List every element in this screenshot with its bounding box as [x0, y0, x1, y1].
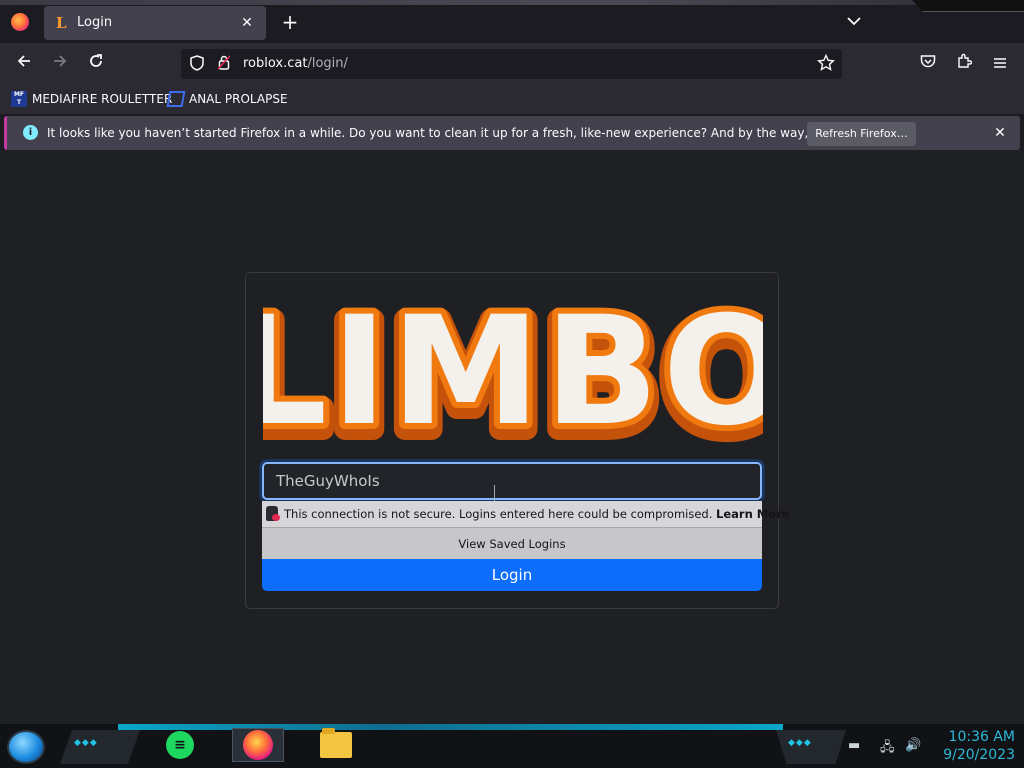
new-tab-button[interactable]: +: [279, 11, 301, 33]
refresh-firefox-button[interactable]: Refresh Firefox…: [807, 122, 916, 146]
taskbar-decoration-dots: ◆◆◆: [74, 738, 98, 748]
tab-strip: L Login ✕ +: [0, 0, 1024, 44]
taskbar-decoration: [118, 724, 783, 730]
info-icon: i: [23, 125, 38, 140]
tab-login[interactable]: L Login ✕: [44, 6, 266, 40]
back-arrow-icon: [17, 55, 30, 67]
show-hidden-icons-icon[interactable]: ▬: [848, 738, 860, 753]
url-host: roblox.cat: [243, 56, 308, 71]
spotify-icon: ≡: [166, 731, 194, 759]
insecure-login-warning: This connection is not secure. Logins en…: [262, 501, 790, 527]
network-icon[interactable]: 🖧: [880, 738, 895, 760]
login-card: LIMBO LIMBO TheGuyWhoIs This connection …: [245, 272, 790, 609]
insecure-lock-icon: [266, 506, 280, 521]
refresh-firefox-notification: i It looks like you haven’t started Fire…: [4, 116, 1020, 150]
spotify-taskbar-app[interactable]: ≡: [160, 728, 200, 762]
insecure-warning-text: This connection is not secure. Logins en…: [284, 507, 790, 521]
tab-title: Login: [77, 15, 113, 30]
start-button[interactable]: [7, 730, 45, 764]
bookmark-star-icon[interactable]: [816, 53, 836, 74]
close-notification-icon[interactable]: ✕: [990, 123, 1010, 143]
login-button[interactable]: Login: [262, 559, 762, 591]
firefox-icon: [243, 730, 273, 760]
taskbar-decoration-dots: ◆◆◆: [788, 738, 812, 748]
page-content: LIMBO LIMBO TheGuyWhoIs This connection …: [0, 150, 1024, 724]
window-frame-decoration: [912, 0, 1024, 12]
hamburger-menu-icon: [994, 58, 1006, 68]
limbo-logo: LIMBO LIMBO: [263, 289, 763, 451]
puzzle-piece-icon: [958, 53, 973, 68]
file-explorer-taskbar-app[interactable]: [316, 728, 356, 762]
view-saved-logins-item[interactable]: View Saved Logins: [262, 527, 762, 559]
volume-icon[interactable]: 🔊: [905, 738, 921, 753]
bookmark-mediafire-rouletter[interactable]: MF T MEDIAFIRE ROULETTER: [11, 89, 172, 109]
url-path: /login/: [307, 56, 348, 71]
extensions-button[interactable]: [953, 53, 975, 75]
clock-date: 9/20/2023: [943, 747, 1015, 763]
pocket-button[interactable]: [917, 53, 939, 75]
taskbar: ◆◆◆ ≡ ◆◆◆ ▬ 🖧 🔊 10:36 AM 9/20/2023: [0, 724, 1024, 768]
learn-more-link[interactable]: Learn More: [716, 507, 790, 521]
firefox-menu-icon[interactable]: [11, 13, 29, 31]
close-tab-icon[interactable]: ✕: [237, 13, 257, 33]
forward-arrow-icon: [54, 55, 67, 67]
list-all-tabs-button[interactable]: [843, 11, 865, 33]
url-text: roblox.cat/login/: [243, 56, 348, 71]
bookmark-favicon-icon: [166, 91, 186, 107]
username-input[interactable]: TheGuyWhoIs: [262, 462, 762, 501]
chevron-down-icon: [847, 17, 861, 26]
bookmark-label: ANAL PROLAPSE: [189, 92, 288, 106]
firefox-taskbar-app[interactable]: [232, 728, 284, 762]
text-cursor: [494, 485, 495, 501]
folder-icon: [320, 728, 352, 758]
url-bar[interactable]: roblox.cat/login/: [181, 49, 842, 79]
titlebar-decoration: [0, 0, 1024, 5]
username-value: TheGuyWhoIs: [276, 472, 380, 490]
notification-message: It looks like you haven’t started Firefo…: [47, 126, 903, 140]
bookmark-label: MEDIAFIRE ROULETTER: [32, 92, 173, 106]
taskbar-decoration: [60, 730, 140, 764]
reload-icon: [90, 54, 102, 67]
limbo-favicon-icon: L: [56, 14, 67, 32]
bookmark-anal-prolapse[interactable]: ANAL PROLAPSE: [166, 89, 288, 109]
reload-button[interactable]: [83, 52, 109, 76]
insecure-lock-icon[interactable]: [216, 55, 232, 73]
bookmarks-toolbar: MF T MEDIAFIRE ROULETTER ANAL PROLAPSE: [0, 84, 1024, 114]
forward-button[interactable]: [47, 52, 73, 76]
app-menu-button[interactable]: [989, 53, 1011, 75]
tracking-protection-shield-icon[interactable]: [189, 55, 205, 73]
back-button[interactable]: [11, 52, 37, 76]
clock-time: 10:36 AM: [948, 729, 1015, 745]
navigation-toolbar: roblox.cat/login/: [0, 44, 1024, 84]
system-clock[interactable]: 10:36 AM 9/20/2023: [931, 728, 1015, 764]
mediafire-favicon-icon: MF T: [11, 91, 27, 107]
pocket-icon: [920, 55, 936, 68]
svg-text:LIMBO: LIMBO: [263, 289, 763, 451]
